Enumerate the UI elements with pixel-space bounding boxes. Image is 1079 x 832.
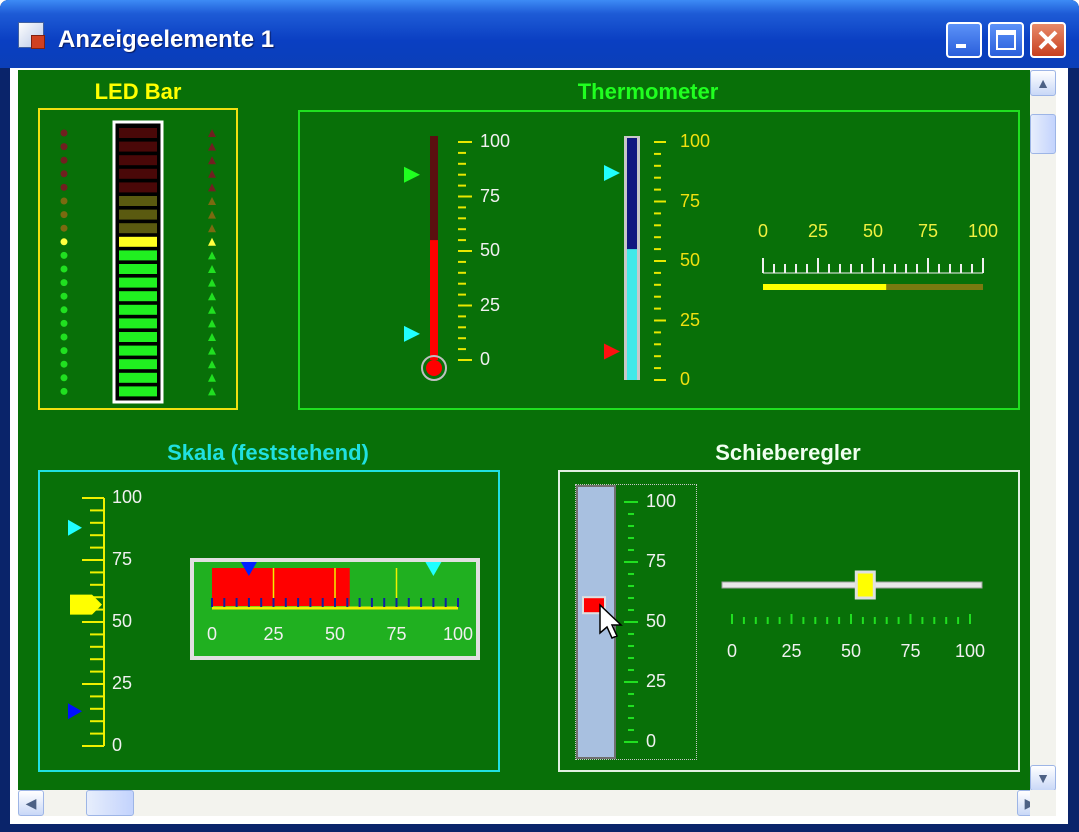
mouse-cursor-icon (599, 603, 623, 639)
app-icon[interactable] (18, 22, 45, 49)
resize-grip[interactable] (1030, 790, 1056, 816)
horizontal-scrollbar[interactable]: ◀ ▶ (18, 790, 1043, 816)
horizontal-scroll-thumb[interactable] (86, 790, 134, 816)
maximize-icon (996, 30, 1016, 50)
scroll-up-icon[interactable]: ▲ (1030, 70, 1056, 96)
vertical-scrollbar[interactable]: ▲ ▼ (1030, 70, 1056, 791)
scroll-left-icon[interactable]: ◀ (18, 790, 44, 816)
minimize-icon (956, 44, 966, 48)
display-panel: LED Bar Thermometer 100 75 50 25 0 100 75 50 25 0… (18, 70, 1043, 791)
close-button[interactable] (1030, 22, 1066, 58)
minimize-button[interactable] (946, 22, 982, 58)
title-bar[interactable]: Anzeigeelemente 1 (0, 0, 1079, 68)
client-area: LED Bar Thermometer 100 75 50 25 0 100 75 50 25 0… (10, 68, 1068, 824)
window-title: Anzeigeelemente 1 (58, 26, 275, 53)
close-icon (1038, 30, 1058, 50)
window: Anzeigeelemente 1 LED Bar Thermometer 10… (0, 0, 1079, 832)
scroll-down-icon[interactable]: ▼ (1030, 765, 1056, 791)
vertical-scroll-thumb[interactable] (1030, 114, 1056, 154)
maximize-button[interactable] (988, 22, 1024, 58)
